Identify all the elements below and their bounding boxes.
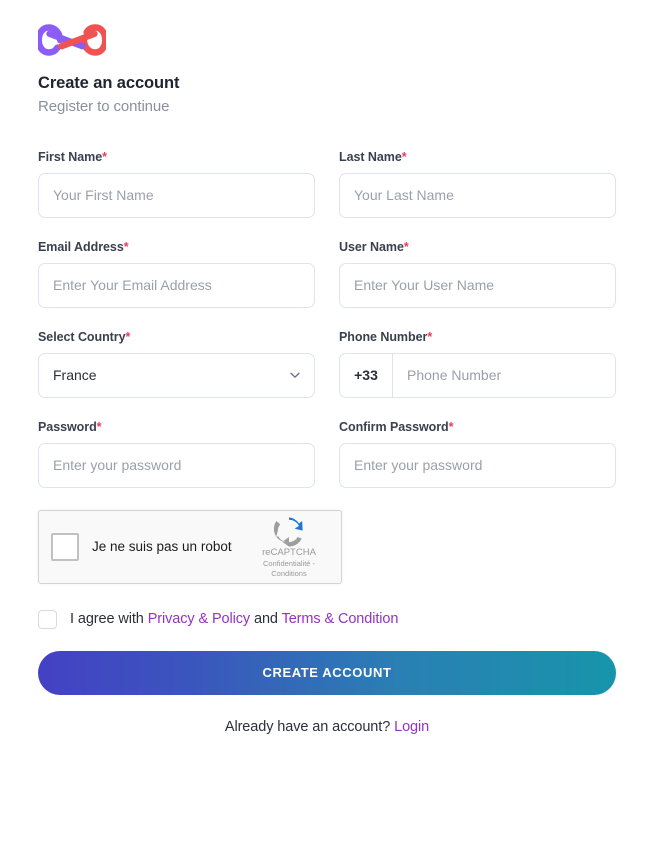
user-name-input[interactable] bbox=[339, 262, 616, 308]
required-asterisk: * bbox=[123, 239, 129, 254]
first-name-label: First Name* bbox=[38, 150, 315, 164]
required-asterisk: * bbox=[102, 149, 107, 164]
required-asterisk: * bbox=[96, 419, 102, 434]
recaptcha-widget[interactable]: Je ne suis pas un robot reCAPTCHA Confid… bbox=[38, 509, 342, 584]
form-row-email-username: Email Address* User Name* bbox=[38, 240, 616, 308]
email-label-text: Email Address bbox=[38, 239, 124, 254]
privacy-policy-link[interactable]: Privacy & Policy bbox=[148, 611, 250, 627]
recaptcha-logo-icon bbox=[273, 517, 303, 547]
user-name-label-text: User Name bbox=[339, 239, 404, 254]
password-input[interactable] bbox=[38, 442, 315, 488]
page-subtitle: Register to continue bbox=[38, 98, 170, 116]
register-page: Create an account Register to continue F… bbox=[0, 0, 654, 853]
phone-label: Phone Number* bbox=[339, 330, 616, 344]
login-link[interactable]: Login bbox=[394, 719, 429, 735]
agreement-row: I agree with Privacy & Policy and Terms … bbox=[38, 609, 616, 629]
field-group-country: Select Country* France bbox=[38, 330, 315, 398]
field-group-first-name: First Name* bbox=[38, 150, 315, 218]
recaptcha-branding: reCAPTCHA Confidentialité - Conditions bbox=[249, 515, 329, 579]
phone-label-text: Phone Number bbox=[339, 329, 428, 344]
agreement-text-middle: and bbox=[253, 611, 278, 628]
recaptcha-checkbox[interactable] bbox=[51, 532, 79, 561]
confirm-password-label: Confirm Password* bbox=[339, 420, 616, 434]
required-asterisk: * bbox=[403, 239, 409, 254]
email-input[interactable] bbox=[38, 262, 315, 308]
recaptcha-label: Je ne suis pas un robot bbox=[92, 539, 232, 555]
first-name-input[interactable] bbox=[38, 172, 315, 218]
form-row-passwords: Password* Confirm Password* bbox=[38, 420, 616, 488]
last-name-input[interactable] bbox=[339, 172, 616, 218]
user-name-label: User Name* bbox=[339, 240, 616, 254]
recaptcha-brand-name: reCAPTCHA bbox=[262, 546, 316, 558]
field-group-user-name: User Name* bbox=[339, 240, 616, 308]
country-label-text: Select Country bbox=[38, 329, 126, 344]
confirm-password-label-text: Confirm Password bbox=[339, 419, 449, 434]
country-select-wrapper: France bbox=[38, 352, 315, 398]
country-label: Select Country* bbox=[38, 330, 315, 344]
dial-code[interactable]: +33 bbox=[340, 353, 393, 397]
login-prompt: Already have an account? Login bbox=[38, 719, 616, 735]
field-group-password: Password* bbox=[38, 420, 315, 488]
agreement-text-before: I agree with bbox=[70, 611, 144, 628]
password-label-text: Password bbox=[38, 419, 97, 434]
login-prompt-text: Already have an account? bbox=[224, 718, 391, 735]
field-group-confirm-password: Confirm Password* bbox=[339, 420, 616, 488]
required-asterisk: * bbox=[448, 419, 454, 434]
agreement-checkbox[interactable] bbox=[38, 609, 57, 629]
recaptcha-terms[interactable]: Confidentialité - Conditions bbox=[249, 559, 329, 579]
email-label: Email Address* bbox=[38, 240, 315, 254]
create-account-button[interactable]: CREATE ACCOUNT bbox=[38, 650, 616, 695]
registration-form: First Name* Last Name* Email Address* Us… bbox=[38, 150, 616, 735]
first-name-label-text: First Name bbox=[38, 149, 103, 164]
country-select[interactable]: France bbox=[38, 352, 315, 398]
phone-input-group: +33 bbox=[339, 352, 616, 398]
phone-number-input[interactable] bbox=[393, 353, 615, 397]
field-group-phone: Phone Number* +33 bbox=[339, 330, 616, 398]
required-asterisk: * bbox=[401, 149, 407, 164]
terms-condition-link[interactable]: Terms & Condition bbox=[282, 611, 399, 627]
country-selected-value: France bbox=[53, 367, 97, 384]
required-asterisk: * bbox=[427, 329, 433, 344]
page-title: Create an account bbox=[38, 74, 180, 92]
agreement-text: I agree with Privacy & Policy and Terms … bbox=[70, 611, 398, 627]
brand-logo bbox=[38, 0, 616, 74]
last-name-label: Last Name* bbox=[339, 150, 616, 164]
password-label: Password* bbox=[38, 420, 315, 434]
required-asterisk: * bbox=[125, 329, 131, 344]
field-group-last-name: Last Name* bbox=[339, 150, 616, 218]
confirm-password-input[interactable] bbox=[339, 442, 616, 488]
last-name-label-text: Last Name bbox=[339, 149, 402, 164]
field-group-email: Email Address* bbox=[38, 240, 315, 308]
form-row-names: First Name* Last Name* bbox=[38, 150, 616, 218]
form-row-country-phone: Select Country* France Phone Number* +33 bbox=[38, 330, 616, 398]
infinity-logo-icon bbox=[38, 24, 106, 56]
